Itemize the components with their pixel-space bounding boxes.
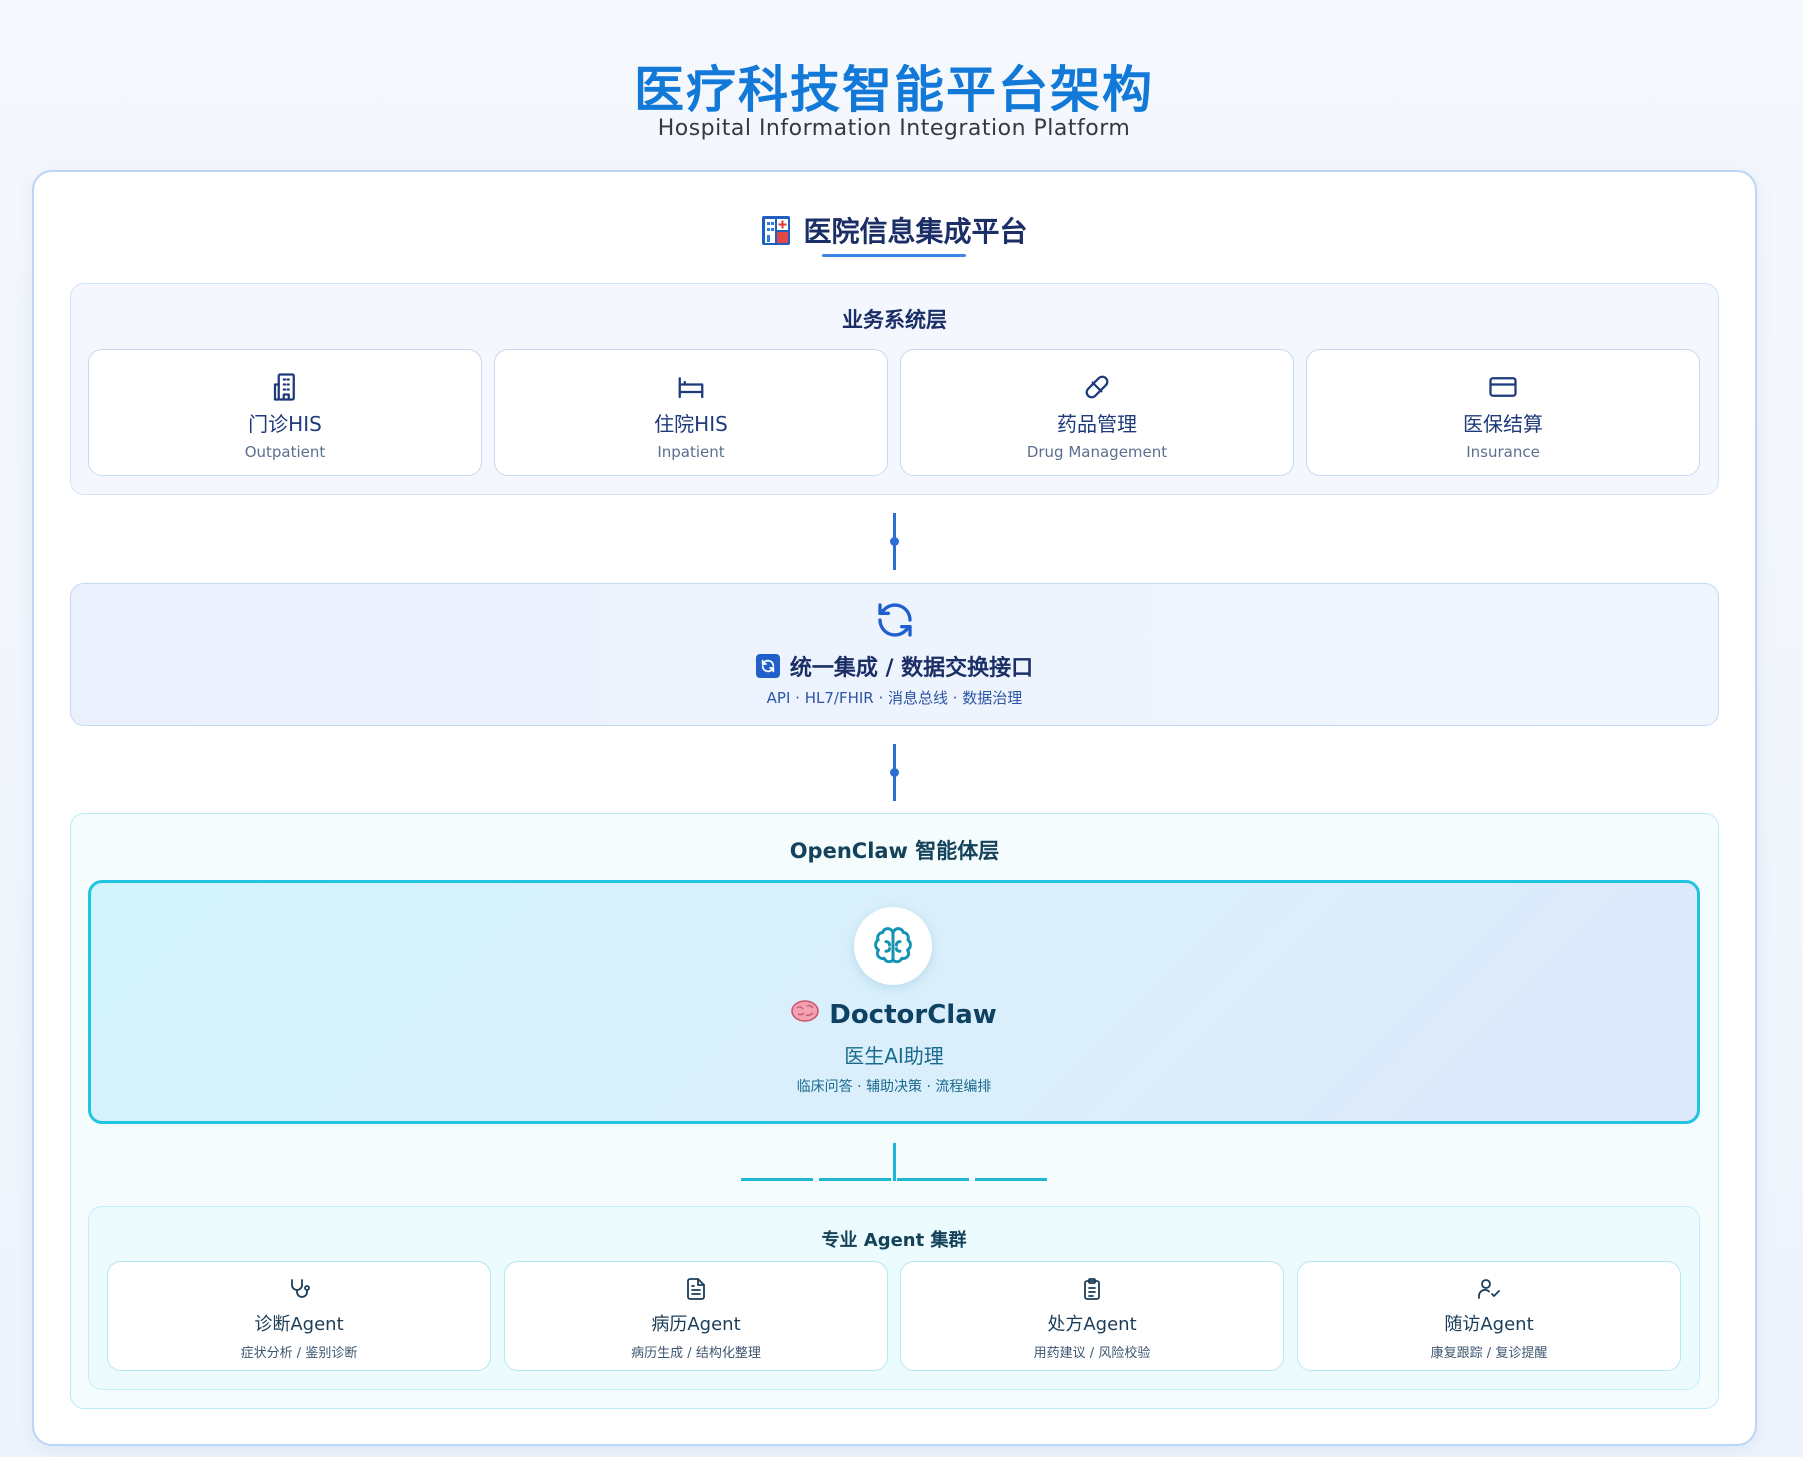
agent-name: 随访Agent (1444, 1314, 1534, 1335)
integration-title: 统一集成 / 数据交换接口 (70, 650, 1719, 682)
card-inpatient-his[interactable]: 住院HIS Inpatient (494, 349, 888, 476)
agent-description: 症状分析 / 鉴别诊断 (240, 1346, 358, 1361)
agent-card-record[interactable]: 病历Agent 病历生成 / 结构化整理 (504, 1261, 888, 1371)
card-subtitle: Outpatient (244, 443, 326, 461)
doctorclaw-name-text: DoctorClaw (829, 999, 997, 1030)
integration-subtitle: API · HL7/FHIR · 消息总线 · 数据治理 (766, 689, 1023, 707)
card-drug-management[interactable]: 药品管理 Drug Management (900, 349, 1294, 476)
card-subtitle: Insurance (1466, 443, 1540, 461)
agent-name: 处方Agent (1047, 1314, 1137, 1335)
card-title: 住院HIS (654, 412, 728, 436)
agent-cluster-title: 专业 Agent 集群 (821, 1230, 967, 1251)
business-layer-title: 业务系统层 (842, 308, 947, 332)
card-outpatient-his[interactable]: 门诊HIS Outpatient (88, 349, 482, 476)
card-insurance[interactable]: 医保结算 Insurance (1306, 349, 1700, 476)
platform-title-text: 医院信息集成平台 (803, 215, 1028, 248)
hospital-icon (761, 214, 791, 246)
document-icon (505, 1276, 887, 1302)
sync-badge-icon (755, 654, 780, 678)
building-icon (89, 370, 481, 404)
agent-name: 诊断Agent (254, 1314, 344, 1335)
card-title: 医保结算 (1463, 412, 1543, 436)
doctorclaw-name: DoctorClaw (88, 999, 1700, 1030)
platform-title: 医院信息集成平台 (32, 210, 1757, 250)
agent-description: 用药建议 / 风险校验 (1033, 1346, 1151, 1361)
branch-connector (975, 1178, 1047, 1181)
branch-connector (893, 1143, 896, 1181)
agent-card-diagnosis[interactable]: 诊断Agent 症状分析 / 鉴别诊断 (107, 1261, 491, 1371)
brain-icon (854, 907, 932, 985)
branch-connector (897, 1178, 969, 1181)
brain-emoji-icon (791, 999, 819, 1030)
card-subtitle: Inpatient (657, 443, 725, 461)
doctorclaw-subtitle: 临床问答 · 辅助决策 · 流程编排 (796, 1079, 992, 1095)
branch-connector (819, 1178, 891, 1181)
clipboard-icon (901, 1276, 1283, 1302)
connector-dot (890, 537, 899, 546)
card-subtitle: Drug Management (1026, 443, 1168, 461)
connector-dot (890, 768, 899, 777)
page-title: 医疗科技智能平台架构 (634, 61, 1154, 119)
agent-card-prescription[interactable]: 处方Agent 用药建议 / 风险校验 (900, 1261, 1284, 1371)
branch-connector (741, 1178, 813, 1181)
openclaw-layer-title: OpenClaw 智能体层 (789, 839, 1000, 863)
agent-name: 病历Agent (651, 1314, 741, 1335)
sync-icon (70, 600, 1719, 640)
agent-description: 康复跟踪 / 复诊提醒 (1430, 1346, 1548, 1361)
title-underline (822, 254, 966, 257)
doctorclaw-role: 医生AI助理 (844, 1044, 944, 1068)
user-check-icon (1298, 1276, 1680, 1302)
pill-icon (901, 370, 1293, 404)
agent-description: 病历生成 / 结构化整理 (631, 1346, 761, 1361)
stethoscope-icon (108, 1276, 490, 1302)
integration-title-text: 统一集成 / 数据交换接口 (789, 656, 1034, 681)
page-subtitle: Hospital Information Integration Platfor… (657, 116, 1131, 141)
agent-card-followup[interactable]: 随访Agent 康复跟踪 / 复诊提醒 (1297, 1261, 1681, 1371)
card-title: 门诊HIS (248, 412, 322, 436)
card-title: 药品管理 (1057, 412, 1137, 436)
card-icon (1307, 370, 1699, 404)
bed-icon (495, 370, 887, 404)
